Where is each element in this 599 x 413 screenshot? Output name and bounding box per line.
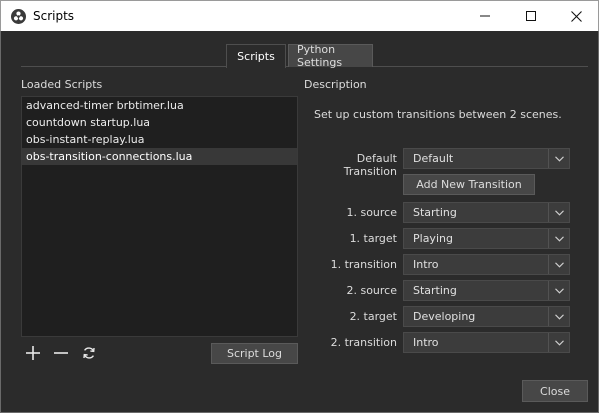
target-2-select[interactable]: Developing [403,306,570,327]
select-value: Default [413,152,454,165]
target-1-select[interactable]: Playing [403,228,570,249]
title-bar: Scripts [0,0,599,31]
list-item[interactable]: countdown startup.lua [22,114,297,131]
maximize-icon [526,11,536,21]
select-value: Intro [413,336,439,349]
source-1-select[interactable]: Starting [403,202,570,223]
close-icon [570,10,582,22]
transition-1-select[interactable]: Intro [403,254,570,275]
loaded-scripts-label: Loaded Scripts [21,78,103,91]
select-value: Playing [413,232,453,245]
source-1-label: 1. source [346,206,397,219]
target-2-label: 2. target [349,310,397,323]
target-1-label: 1. target [349,232,397,245]
select-value: Developing [413,310,476,323]
source-2-select[interactable]: Starting [403,280,570,301]
list-item-selected[interactable]: obs-transition-connections.lua [22,148,297,165]
minimize-button[interactable] [462,1,508,31]
chevron-down-icon [548,149,569,168]
chevron-down-icon [548,307,569,326]
select-value: Intro [413,258,439,271]
list-item[interactable]: advanced-timer brbtimer.lua [22,97,297,114]
list-item[interactable]: obs-instant-replay.lua [22,131,297,148]
minus-icon [54,352,68,354]
close-window-button[interactable] [553,1,599,31]
default-transition-select[interactable]: Default [403,148,570,169]
minimize-icon [480,15,490,17]
description-label: Description [304,78,367,91]
script-description: Set up custom transitions between 2 scen… [314,108,562,121]
source-2-label: 2. source [346,284,397,297]
window-title: Scripts [33,9,75,23]
select-value: Starting [413,284,457,297]
tab-python-settings[interactable]: Python Settings [288,43,373,69]
add-new-transition-button[interactable]: Add New Transition [403,174,535,195]
chevron-down-icon [548,255,569,274]
plus-icon [26,346,40,360]
maximize-button[interactable] [508,1,554,31]
obs-logo-icon [11,9,26,24]
transition-2-select[interactable]: Intro [403,332,570,353]
refresh-icon [83,347,95,359]
chevron-down-icon [548,203,569,222]
scripts-dialog: Scripts Python Settings Loaded Scripts a… [0,31,599,413]
transition-2-label: 2. transition [330,336,397,349]
close-button[interactable]: Close [522,380,588,402]
default-transition-label: Default Transition [343,152,397,178]
chevron-down-icon [548,281,569,300]
select-value: Starting [413,206,457,219]
chevron-down-icon [548,229,569,248]
script-log-button[interactable]: Script Log [211,343,298,364]
transition-1-label: 1. transition [330,258,397,271]
tab-scripts[interactable]: Scripts [226,44,286,68]
remove-script-button[interactable] [50,343,72,363]
chevron-down-icon [548,333,569,352]
loaded-scripts-list[interactable]: advanced-timer brbtimer.lua countdown st… [21,96,298,337]
reload-scripts-button[interactable] [78,343,100,363]
add-script-button[interactable] [22,343,44,363]
